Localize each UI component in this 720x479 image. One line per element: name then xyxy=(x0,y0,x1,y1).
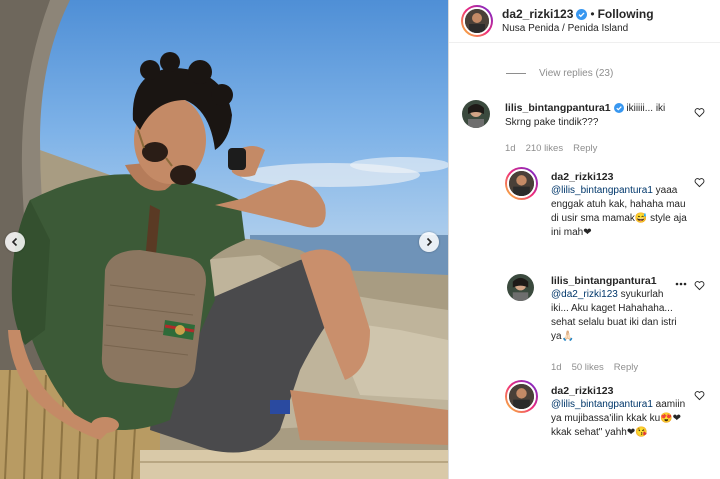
like-heart-icon[interactable] xyxy=(694,390,705,401)
reply-mention[interactable]: @lilis_bintangpantura1 xyxy=(551,185,653,196)
reply-body: lilis_bintangpantura1 @da2_rizki123 syuk… xyxy=(551,274,677,344)
chevron-right-icon xyxy=(426,237,433,247)
verified-badge-icon xyxy=(576,9,588,20)
reply-meta: 1d 50 likes Reply xyxy=(551,362,648,373)
post-author-line: da2_rizki123 • Following xyxy=(502,7,654,21)
comments-panel: da2_rizki123 • Following Nusa Penida / Pen… xyxy=(448,0,720,479)
reply-body: da2_rizki123 @lilis_bintangpantura1 yaaa… xyxy=(551,170,691,240)
comment-username[interactable]: lilis_bintangpantura1 xyxy=(505,102,611,114)
avatar-photo xyxy=(507,274,534,301)
post-author-username[interactable]: da2_rizki123 xyxy=(502,7,573,21)
comment-meta: 1d 210 likes Reply xyxy=(505,143,607,154)
reply-author-avatar[interactable] xyxy=(505,380,538,413)
like-heart-icon[interactable] xyxy=(694,280,705,291)
view-replies-button[interactable]: View replies (23) xyxy=(506,68,613,79)
comment-body: lilis_bintangpantura1 ikiiiii... iki Skr… xyxy=(505,101,689,130)
reply-author-avatar[interactable] xyxy=(505,167,538,200)
reply-username[interactable]: da2_rizki123 xyxy=(551,170,691,184)
chevron-left-icon xyxy=(11,237,18,247)
following-button[interactable]: Following xyxy=(598,7,654,21)
reply-username[interactable]: da2_rizki123 xyxy=(551,384,691,398)
more-options-icon[interactable] xyxy=(675,282,687,286)
reply-body: da2_rizki123 @lilis_bintangpantura1 aami… xyxy=(551,384,691,440)
post-location[interactable]: Nusa Penida / Penida Island xyxy=(502,23,628,34)
photo-scene xyxy=(0,0,448,479)
previous-photo-button[interactable] xyxy=(5,232,25,252)
like-heart-icon[interactable] xyxy=(694,107,705,118)
avatar-photo xyxy=(509,171,534,196)
reply-button[interactable]: Reply xyxy=(614,362,638,373)
reply-username[interactable]: lilis_bintangpantura1 xyxy=(551,274,677,288)
post-photo xyxy=(0,0,448,479)
verified-badge-icon xyxy=(613,103,624,113)
like-heart-icon[interactable] xyxy=(694,177,705,188)
comment-likes[interactable]: 210 likes xyxy=(526,143,564,154)
view-replies-label: View replies (23) xyxy=(539,68,614,79)
reply-mention[interactable]: @lilis_bintangpantura1 xyxy=(551,399,653,410)
reply-author-avatar[interactable] xyxy=(507,274,534,301)
reply-mention[interactable]: @da2_rizki123 xyxy=(551,289,618,300)
next-photo-button[interactable] xyxy=(419,232,439,252)
avatar-photo xyxy=(509,384,534,409)
post-author-avatar[interactable] xyxy=(461,5,493,37)
separator-dot: • xyxy=(590,7,595,21)
commenter-avatar[interactable] xyxy=(462,100,490,128)
reply-likes[interactable]: 50 likes xyxy=(572,362,604,373)
reply-button[interactable]: Reply xyxy=(573,143,597,154)
reply-age[interactable]: 1d xyxy=(551,362,562,373)
divider-line xyxy=(506,73,526,74)
post-header: da2_rizki123 • Following Nusa Penida / Pen… xyxy=(449,0,720,43)
comment-age[interactable]: 1d xyxy=(505,143,516,154)
avatar-photo xyxy=(465,9,489,33)
avatar-photo xyxy=(462,100,490,128)
